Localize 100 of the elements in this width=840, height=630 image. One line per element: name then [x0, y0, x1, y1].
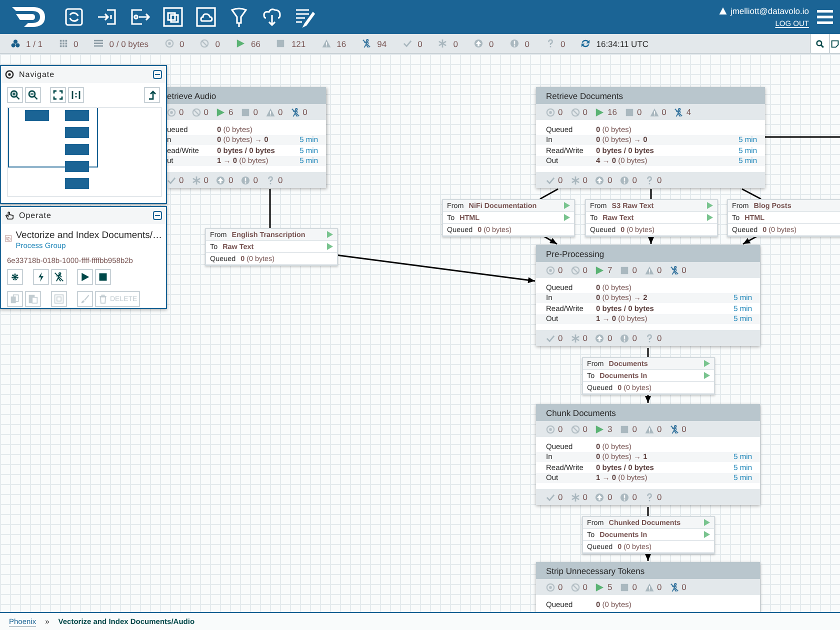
- play-icon: [595, 424, 604, 434]
- processor-icon[interactable]: [62, 5, 86, 29]
- version-count: 0: [607, 333, 612, 343]
- stat-count: 5: [607, 582, 612, 592]
- arrow-circle-icon: [595, 334, 604, 342]
- fit-icon: [53, 90, 63, 100]
- stat-count: 0: [636, 107, 642, 117]
- arrow-up-icon: [147, 90, 157, 100]
- stat-count: 0: [632, 424, 637, 434]
- configure-button[interactable]: [7, 269, 23, 285]
- slashed-circle-icon: [200, 39, 210, 48]
- stop-icon: [620, 266, 630, 274]
- remote-group-icon[interactable]: [194, 5, 218, 29]
- status-count: 16: [336, 38, 346, 48]
- stop-icon: [98, 272, 108, 282]
- connection-line: [742, 188, 762, 200]
- panel-title: Navigate: [19, 70, 56, 79]
- warning-icon: [266, 108, 275, 116]
- warning-icon: [719, 7, 728, 15]
- stat-count: 0: [302, 107, 308, 117]
- version-count: 0: [656, 175, 662, 185]
- zoom-in-button[interactable]: [7, 87, 23, 103]
- compass-icon: [5, 70, 14, 79]
- lightning-icon: [36, 272, 46, 282]
- target-icon: [167, 108, 176, 116]
- stat-count: 6: [228, 107, 234, 117]
- version-count: 0: [632, 333, 637, 343]
- stat-count: 0: [656, 424, 662, 434]
- actual-size-button[interactable]: [68, 87, 84, 103]
- process-group-icon[interactable]: [161, 5, 185, 29]
- stat-count: 0: [582, 424, 588, 434]
- stat-count: 0: [253, 107, 258, 117]
- arrow-circle-icon: [474, 39, 484, 48]
- zoom-out-button[interactable]: [25, 87, 41, 103]
- version-count: 0: [607, 492, 612, 502]
- slashed-circle-icon: [570, 266, 580, 274]
- runner-icon: [670, 424, 679, 434]
- collapse-icon[interactable]: [153, 211, 162, 220]
- question-icon: [546, 39, 554, 48]
- leave-group-button[interactable]: [144, 87, 160, 103]
- status-count: 0: [418, 38, 422, 48]
- status-count: 0: [524, 38, 530, 48]
- start-button[interactable]: [77, 269, 93, 285]
- stop-icon: [620, 582, 630, 592]
- asterisk-icon: [570, 492, 580, 502]
- stat-count: 0: [558, 107, 563, 117]
- asterisk-icon: [570, 334, 580, 342]
- stat-count: 4: [686, 107, 692, 117]
- birdseye-drawing[interactable]: [7, 107, 162, 197]
- stat-count: 0: [682, 265, 686, 275]
- collapse-icon[interactable]: [153, 70, 162, 79]
- slashed-circle-icon: [570, 582, 580, 592]
- menu-icon[interactable]: [817, 10, 833, 24]
- version-count: 0: [558, 333, 563, 343]
- play-icon: [80, 272, 90, 282]
- connection-line: [647, 507, 649, 516]
- stat-count: 0: [582, 265, 588, 275]
- enable-button[interactable]: [33, 269, 49, 285]
- stat-count: 0: [662, 107, 666, 117]
- connection-line: [647, 348, 649, 357]
- check-icon: [546, 176, 555, 184]
- check-icon: [546, 334, 555, 342]
- status-count: 94: [377, 38, 387, 48]
- runner-icon: [670, 266, 679, 274]
- stat-count: 0: [179, 107, 184, 117]
- status-count: 0: [489, 38, 494, 48]
- stop-icon: [620, 424, 630, 434]
- version-count: 0: [632, 492, 637, 502]
- question-icon: [644, 176, 654, 184]
- status-count: 66: [250, 38, 260, 48]
- play-icon: [216, 108, 226, 116]
- actual-size-icon: [71, 90, 81, 100]
- group-title: Retrieve Documents: [546, 90, 624, 100]
- exclamation-icon: [620, 176, 630, 184]
- version-count: 0: [582, 175, 588, 185]
- runner-icon: [670, 582, 679, 592]
- target-icon: [546, 582, 555, 592]
- version-count: 0: [228, 175, 234, 185]
- asterisk-icon: [192, 176, 201, 184]
- stat-count: 3: [607, 424, 612, 434]
- list-icon: [94, 39, 104, 48]
- stat-count: 0: [632, 265, 637, 275]
- version-count: 0: [278, 175, 283, 185]
- status-count: 0: [453, 38, 458, 48]
- asterisk-icon: [438, 39, 448, 48]
- group-title: etrieve Audio: [167, 90, 216, 100]
- search-button[interactable]: [810, 34, 829, 53]
- stat-count: 0: [582, 107, 588, 117]
- stat-count: 16: [607, 107, 617, 117]
- stop-button[interactable]: [95, 269, 111, 285]
- fit-button[interactable]: [50, 87, 66, 103]
- check-icon: [546, 492, 555, 502]
- target-icon: [164, 39, 174, 48]
- stop-icon: [276, 39, 286, 48]
- bulletin-button[interactable]: [829, 34, 840, 53]
- zoom-in-icon: [10, 90, 20, 100]
- refresh-icon: [581, 39, 590, 48]
- question-icon: [644, 492, 654, 502]
- stop-icon: [241, 108, 250, 116]
- disable-button[interactable]: [51, 269, 67, 285]
